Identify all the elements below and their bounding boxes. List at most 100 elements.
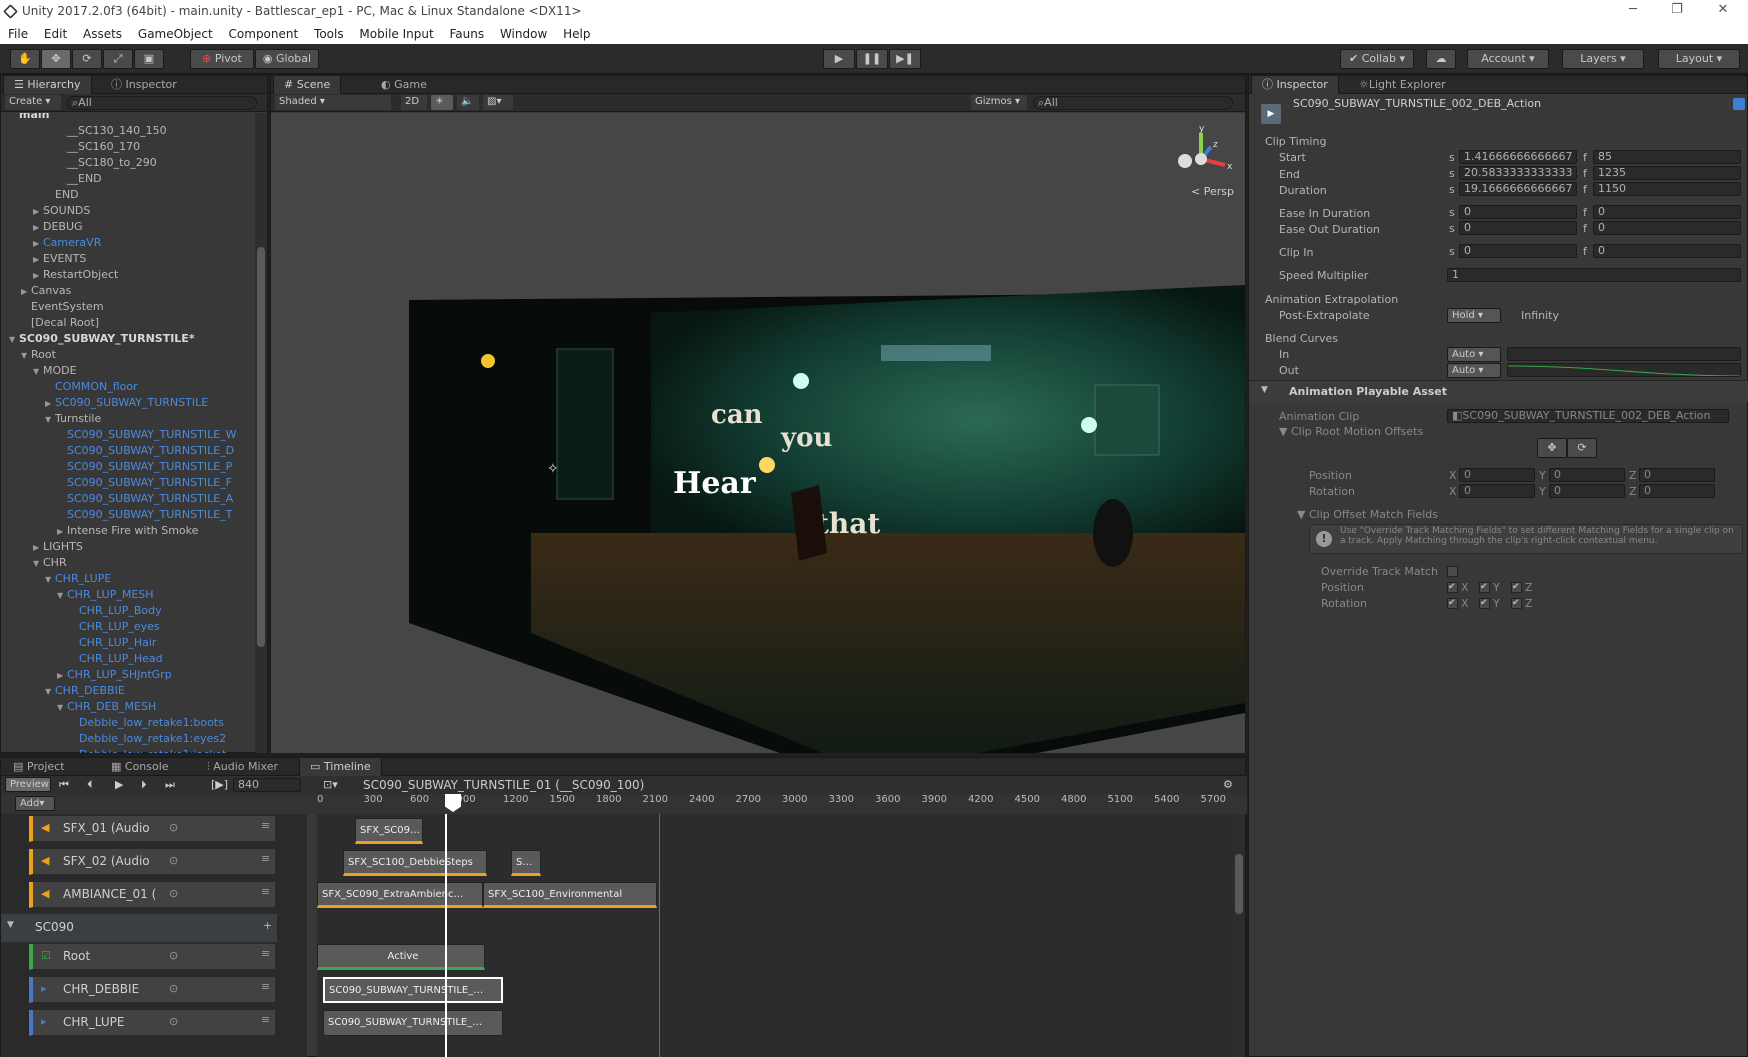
expand-arrow-icon[interactable]: ▶ [33, 204, 43, 220]
blend-out-curve[interactable] [1507, 363, 1741, 377]
menu-window[interactable]: Window [500, 24, 547, 44]
rot-x-field[interactable]: 0 [1459, 484, 1535, 498]
hierarchy-item[interactable]: __SC130_140_150 [57, 123, 167, 139]
timeline-track[interactable]: ▸ CHR_DEBBIE ⊙ ≡ [29, 977, 275, 1003]
track-binding-icon[interactable]: ⊙ [169, 854, 178, 867]
clip-active[interactable]: Active [317, 944, 485, 970]
timeline-track[interactable]: ◀ SFX_01 (Audio ⊙ ≡ [29, 816, 275, 842]
hierarchy-item[interactable]: ▶ SOUNDS [33, 203, 90, 219]
tab-game[interactable]: ◐ Game [371, 76, 437, 94]
blend-out-dropdown[interactable]: Auto ▾ [1447, 363, 1501, 378]
expand-arrow-icon[interactable]: ▼ [45, 684, 55, 700]
pos-x-field[interactable]: 0 [1459, 468, 1535, 482]
hierarchy-item[interactable]: Debbie_low_retake1:boots [69, 715, 224, 731]
hierarchy-item[interactable]: ▶ RestartObject [33, 267, 118, 283]
track-menu-icon[interactable]: ≡ [261, 819, 270, 832]
hierarchy-item[interactable]: COMMON_floor [45, 379, 138, 395]
hierarchy-item[interactable]: ▶ CHR_LUP_SHJntGrp [57, 667, 172, 683]
expand-arrow-icon[interactable]: ▼ [45, 412, 55, 428]
rect-tool-button[interactable]: ▣ [134, 49, 164, 69]
timeline-track[interactable]: ▸ CHR_LUPE ⊙ ≡ [29, 1010, 275, 1036]
hierarchy-item[interactable]: [Decal Root] [21, 315, 99, 331]
create-dropdown[interactable]: Create ▾ [5, 95, 61, 110]
anim-clip-field[interactable]: ◧SC090_SUBWAY_TURNSTILE_002_DEB_Action [1447, 409, 1729, 423]
goto-start-button[interactable]: ⏮ [59, 778, 69, 792]
hierarchy-item[interactable]: ▶ SC090_SUBWAY_TURNSTILE [45, 395, 208, 411]
track-binding-icon[interactable]: ⊙ [169, 982, 178, 995]
help-icon[interactable] [1733, 98, 1745, 110]
rotate-offset-button[interactable]: ⟳ [1567, 438, 1597, 458]
clip-lupe[interactable]: SC090_SUBWAY_TURNSTILE_… [323, 1010, 503, 1036]
hierarchy-item[interactable]: Debbie_low_retake1:eyes2 [69, 731, 226, 747]
hierarchy-item[interactable]: ▼ CHR [33, 555, 67, 571]
expand-arrow-icon[interactable]: ▶ [33, 252, 43, 268]
add-track-dropdown[interactable]: Add▾ [15, 796, 55, 811]
rot-z-field[interactable]: 0 [1639, 484, 1715, 498]
expand-arrow-icon[interactable]: ▶ [57, 524, 67, 540]
hierarchy-item[interactable]: CHR_LUP_Hair [69, 635, 156, 651]
clip-amb-b[interactable]: SFX_SC100_Environmental [483, 882, 657, 908]
end-frames-field[interactable]: 1235 [1593, 166, 1741, 180]
preview-toggle[interactable]: Preview [5, 777, 51, 792]
menu-component[interactable]: Component [229, 24, 299, 44]
menu-assets[interactable]: Assets [83, 24, 122, 44]
track-binding-icon[interactable]: ⊙ [169, 887, 178, 900]
start-frames-field[interactable]: 85 [1593, 150, 1741, 164]
hierarchy-item[interactable]: CHR_LUP_Head [69, 651, 163, 667]
track-menu-icon[interactable]: ≡ [261, 980, 270, 993]
clip-amb-a[interactable]: SFX_SC090_ExtraAmbienc… [317, 882, 483, 908]
2d-toggle[interactable]: 2D [401, 95, 427, 110]
clip-in-seconds-field[interactable]: 0 [1459, 244, 1577, 258]
layout-dropdown[interactable]: Layout ▾ [1658, 49, 1740, 69]
position-y-checkbox[interactable]: ✔ [1479, 582, 1490, 593]
hierarchy-scroll-thumb[interactable] [257, 247, 265, 647]
track-menu-icon[interactable]: ≡ [261, 1013, 270, 1026]
expand-arrow-icon[interactable]: ▼ [21, 348, 31, 364]
track-menu-icon[interactable]: ≡ [261, 947, 270, 960]
persp-label[interactable]: < Persp [1191, 185, 1234, 198]
expand-arrow-icon[interactable]: ▶ [33, 220, 43, 236]
clip-debbie[interactable]: SC090_SUBWAY_TURNSTILE_… [323, 977, 503, 1003]
menu-tools[interactable]: Tools [314, 24, 344, 44]
track-group-sc090[interactable]: ▼ SC090 + [1, 914, 277, 942]
pos-z-field[interactable]: 0 [1639, 468, 1715, 482]
pos-y-field[interactable]: 0 [1549, 468, 1625, 482]
expand-arrow-icon[interactable]: ▶ [33, 540, 43, 556]
duration-seconds-field[interactable]: 19.1666666666667 [1459, 182, 1577, 196]
layers-dropdown[interactable]: Layers ▾ [1562, 49, 1644, 69]
expand-arrow-icon[interactable]: ▶ [33, 268, 43, 284]
step-button[interactable]: ▶❚ [889, 49, 921, 69]
frame-field[interactable]: 840 [233, 778, 301, 792]
hierarchy-item[interactable]: ▼ CHR_LUP_MESH [57, 587, 154, 603]
hierarchy-item[interactable]: __SC160_170 [57, 139, 140, 155]
ease-out-frames-field[interactable]: 0 [1593, 221, 1741, 235]
duration-frames-field[interactable]: 1150 [1593, 182, 1741, 196]
hierarchy-item[interactable]: END [45, 187, 79, 203]
clip-in-frames-field[interactable]: 0 [1593, 244, 1741, 258]
play-button[interactable]: ▶ [823, 49, 855, 69]
rotation-z-checkbox[interactable]: ✔ [1511, 598, 1522, 609]
hierarchy-item[interactable]: main [9, 113, 50, 123]
hierarchy-item[interactable]: EventSystem [21, 299, 104, 315]
hierarchy-item[interactable]: ▼ CHR_DEB_MESH [57, 699, 156, 715]
expand-arrow-icon[interactable]: ▶ [45, 396, 55, 412]
position-z-checkbox[interactable]: ✔ [1511, 582, 1522, 593]
track-binding-icon[interactable]: ⊙ [169, 821, 178, 834]
expand-arrow-icon[interactable]: ▶ [57, 668, 67, 684]
hierarchy-item[interactable]: SC090_SUBWAY_TURNSTILE_A [57, 491, 233, 507]
expand-arrow-icon[interactable]: ▶ [33, 236, 43, 252]
post-extrap-dropdown[interactable]: Hold ▾ [1447, 308, 1501, 323]
hierarchy-item[interactable]: SC090_SUBWAY_TURNSTILE_D [57, 443, 234, 459]
timeline-track[interactable]: ☑ Root ⊙ ≡ [29, 944, 275, 970]
play-timeline-button[interactable]: ▶ [115, 778, 123, 791]
pause-button[interactable]: ❚❚ [856, 49, 888, 69]
hierarchy-scrollbar[interactable] [255, 113, 267, 753]
gizmos-dropdown[interactable]: Gizmos ▾ [971, 95, 1027, 110]
clip-sfx02b[interactable]: S… [511, 850, 541, 876]
timeline-track[interactable]: ◀ SFX_02 (Audio ⊙ ≡ [29, 849, 275, 875]
ease-in-frames-field[interactable]: 0 [1593, 205, 1741, 219]
track-menu-icon[interactable]: ≡ [261, 885, 270, 898]
hierarchy-search-input[interactable]: ⌕All [67, 96, 257, 110]
hierarchy-item[interactable]: SC090_SUBWAY_TURNSTILE_T [57, 507, 232, 523]
menu-mobile-input[interactable]: Mobile Input [359, 24, 433, 44]
